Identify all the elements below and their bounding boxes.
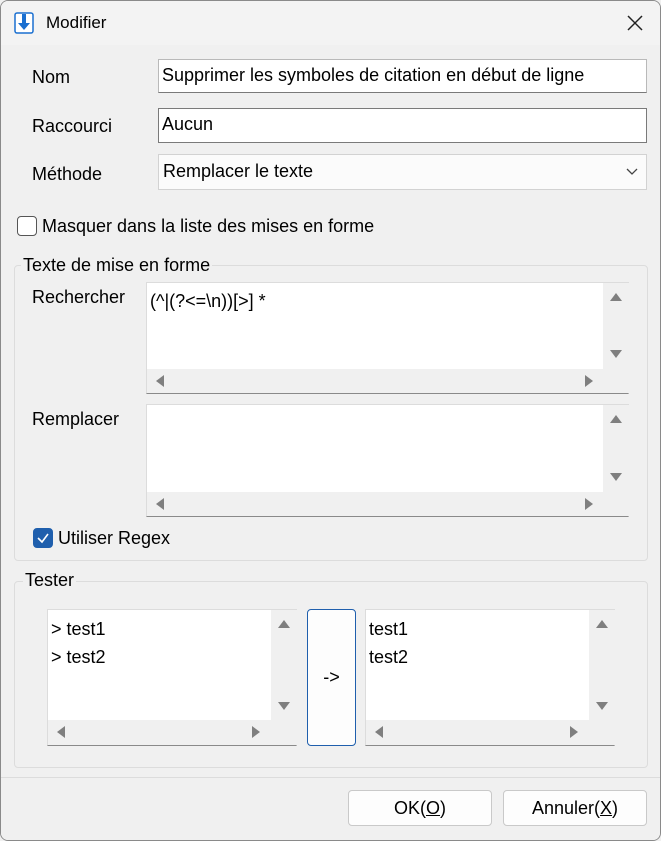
run-test-button[interactable]: -> bbox=[307, 609, 356, 746]
title-bar: Modifier bbox=[1, 1, 660, 45]
scroll-down-icon[interactable] bbox=[610, 350, 622, 358]
tester-group-title: Tester bbox=[23, 570, 77, 591]
ok-mnemonic: O bbox=[426, 798, 441, 818]
shortcut-label: Raccourci bbox=[32, 116, 113, 136]
tester-output-vertical-scrollbar[interactable] bbox=[589, 610, 615, 720]
regex-checkbox[interactable] bbox=[33, 528, 53, 548]
cancel-suffix: ) bbox=[612, 798, 619, 818]
scroll-right-icon[interactable] bbox=[252, 726, 260, 738]
tester-output-lines: test1 test2 bbox=[369, 615, 408, 671]
method-selected-value: Remplacer le texte bbox=[163, 161, 314, 181]
tester-input-lines: > test1 > test2 bbox=[51, 615, 106, 671]
scroll-left-icon[interactable] bbox=[57, 726, 65, 738]
search-textarea[interactable]: (^|(?<=\n))[>] * bbox=[146, 282, 629, 394]
cancel-button-label: Annuler( bbox=[531, 798, 601, 818]
checkmark-icon bbox=[37, 533, 49, 544]
hide-checkbox-label: Masquer dans la liste des mises en forme bbox=[42, 216, 375, 236]
dialog-window: Modifier Nom Supprimer les symboles de c… bbox=[0, 0, 661, 841]
ok-button[interactable]: OK(O) bbox=[348, 790, 492, 826]
method-select[interactable]: Remplacer le texte bbox=[158, 154, 647, 190]
cancel-button[interactable]: Annuler(X) bbox=[503, 790, 647, 826]
ok-suffix: ) bbox=[440, 798, 447, 818]
tester-output-horizontal-scrollbar[interactable] bbox=[366, 720, 615, 745]
scroll-down-icon[interactable] bbox=[596, 702, 608, 710]
name-label: Nom bbox=[32, 67, 71, 87]
scroll-up-icon[interactable] bbox=[610, 293, 622, 301]
replace-textarea[interactable] bbox=[146, 404, 629, 517]
hide-checkbox[interactable] bbox=[17, 216, 37, 236]
replace-horizontal-scrollbar[interactable] bbox=[147, 492, 629, 516]
tester-output-line: test2 bbox=[369, 647, 409, 667]
close-button[interactable] bbox=[613, 7, 657, 39]
tester-input-line: > test2 bbox=[51, 647, 106, 667]
scroll-left-icon[interactable] bbox=[156, 375, 164, 387]
chevron-down-icon bbox=[626, 168, 638, 175]
scroll-right-icon[interactable] bbox=[585, 498, 593, 510]
scroll-left-icon[interactable] bbox=[375, 726, 383, 738]
scroll-down-icon[interactable] bbox=[278, 702, 290, 710]
tester-input-horizontal-scrollbar[interactable] bbox=[48, 720, 297, 745]
scroll-right-icon[interactable] bbox=[570, 726, 578, 738]
method-label: Méthode bbox=[32, 164, 103, 184]
scroll-down-icon[interactable] bbox=[610, 473, 622, 481]
search-label: Rechercher bbox=[32, 287, 126, 307]
scroll-left-icon[interactable] bbox=[156, 498, 164, 510]
scroll-up-icon[interactable] bbox=[596, 620, 608, 628]
search-horizontal-scrollbar[interactable] bbox=[147, 369, 629, 393]
shortcut-field[interactable]: Aucun bbox=[158, 108, 647, 143]
tester-input-area[interactable]: > test1 > test2 bbox=[47, 609, 297, 746]
scroll-up-icon[interactable] bbox=[610, 415, 622, 423]
tester-output-line: test1 bbox=[369, 619, 409, 639]
tester-output-area[interactable]: test1 test2 bbox=[365, 609, 615, 746]
scroll-right-icon[interactable] bbox=[585, 375, 593, 387]
window-title: Modifier bbox=[46, 13, 107, 32]
formatting-group-title: Texte de mise en forme bbox=[21, 255, 213, 276]
download-arrow-icon bbox=[14, 12, 34, 34]
regex-checkbox-label: Utiliser Regex bbox=[58, 528, 171, 548]
tester-input-vertical-scrollbar[interactable] bbox=[271, 610, 297, 720]
replace-vertical-scrollbar[interactable] bbox=[603, 405, 629, 492]
replace-text bbox=[147, 405, 153, 413]
search-text: (^|(?<=\n))[>] * bbox=[150, 291, 266, 311]
name-field[interactable]: Supprimer les symboles de citation en dé… bbox=[158, 59, 647, 93]
cancel-mnemonic: X bbox=[600, 798, 613, 818]
close-icon bbox=[627, 15, 643, 31]
search-vertical-scrollbar[interactable] bbox=[603, 283, 629, 369]
replace-label: Remplacer bbox=[32, 409, 120, 429]
tester-input-line: > test1 bbox=[51, 619, 106, 639]
scroll-up-icon[interactable] bbox=[278, 620, 290, 628]
ok-button-label: OK( bbox=[393, 798, 426, 818]
